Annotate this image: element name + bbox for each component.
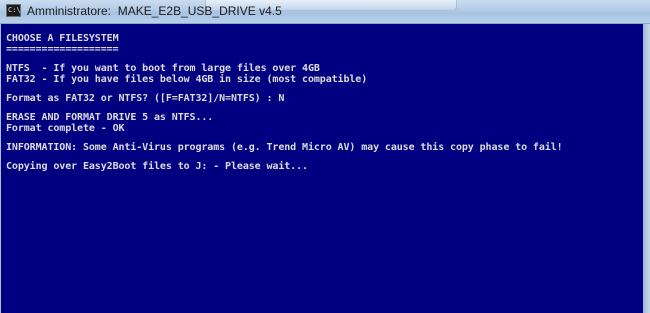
console-information: INFORMATION: Some Anti-Virus programs (e… <box>6 142 563 153</box>
console-erase-message: ERASE AND FORMAT DRIVE 5 as NTFS... <box>6 112 214 123</box>
window-title-name: MAKE_E2B_USB_DRIVE v4.5 <box>117 4 282 18</box>
console-format-complete: Format complete - OK <box>6 123 125 134</box>
window-title: Amministratore: MAKE_E2B_USB_DRIVE v4.5 <box>27 3 282 19</box>
command-prompt-icon[interactable]: C:\ <box>6 4 21 17</box>
console-copying-status: Copying over Easy2Boot files to J: - Ple… <box>6 161 308 172</box>
console-format-prompt: Format as FAT32 or NTFS? ([F=FAT32]/N=NT… <box>6 93 285 104</box>
console-window: C:\ Amministratore: MAKE_E2B_USB_DRIVE v… <box>0 0 650 313</box>
console-ntfs-option: NTFS - If you want to boot from large fi… <box>6 63 320 74</box>
window-title-prefix: Amministratore: <box>27 4 112 18</box>
console-fat32-option: FAT32 - If you have files below 4GB in s… <box>6 74 368 85</box>
console-heading-rule: =================== <box>6 44 119 55</box>
window-frame-right <box>643 24 650 313</box>
console-heading: CHOOSE A FILESYSTEM <box>6 33 119 44</box>
title-bar[interactable]: C:\ Amministratore: MAKE_E2B_USB_DRIVE v… <box>0 0 650 24</box>
console-output[interactable]: CHOOSE A FILESYSTEM =================== … <box>1 24 643 313</box>
